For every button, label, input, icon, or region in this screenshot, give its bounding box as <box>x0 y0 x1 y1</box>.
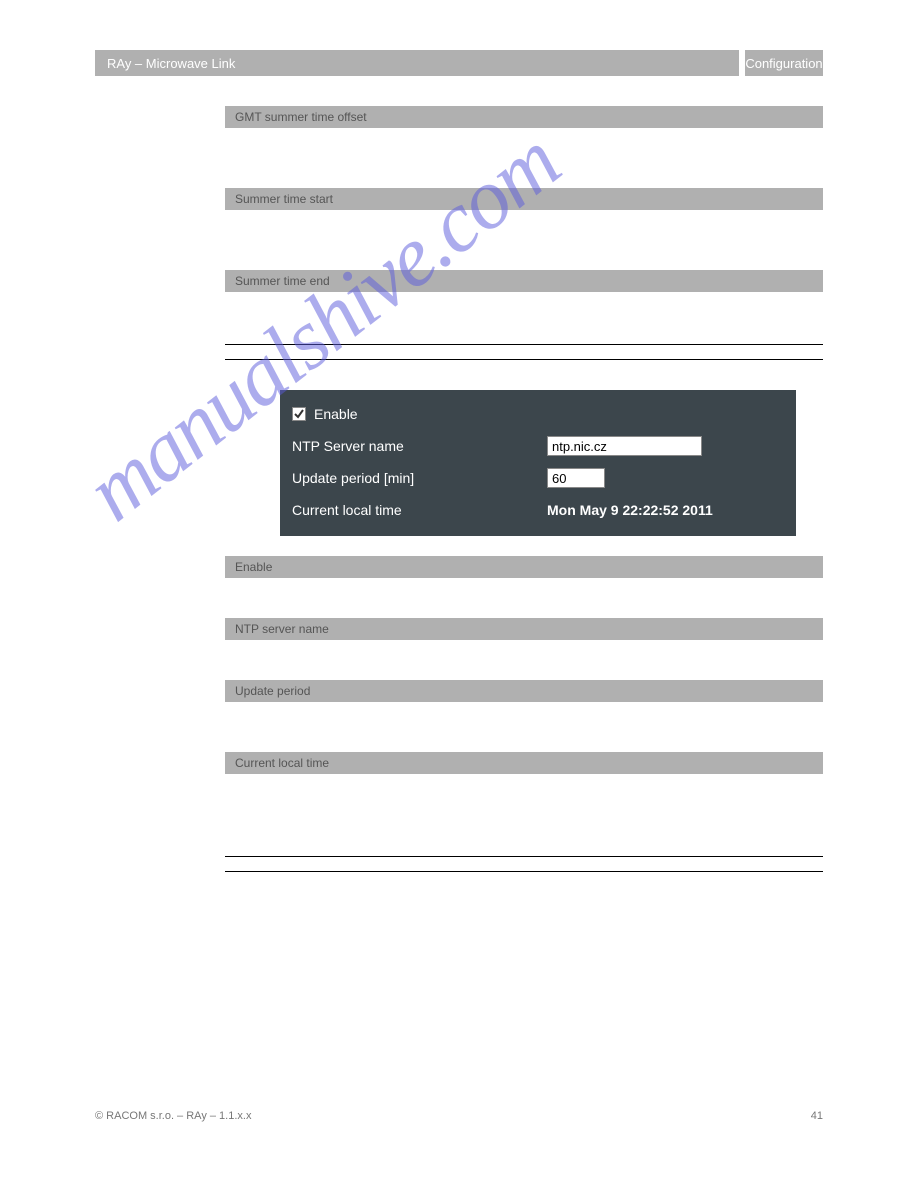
update-period-label: Update period [min] <box>292 470 547 486</box>
current-time-label: Current local time <box>292 502 547 518</box>
footer-left: © RACOM s.r.o. – RAy – 1.1.x.x <box>95 1110 251 1122</box>
header-title: RAy – Microwave Link <box>95 50 739 76</box>
ntp-server-input[interactable] <box>547 436 702 456</box>
field-row-current-time: Current local time <box>225 752 823 774</box>
enable-label: Enable <box>314 406 358 422</box>
field-row-enable: Enable <box>225 556 823 578</box>
table-date-time <box>225 856 823 872</box>
update-period-input[interactable] <box>547 468 605 488</box>
field-row-summer-end: Summer time end <box>225 270 823 292</box>
field-row-summer-start: Summer time start <box>225 188 823 210</box>
ntp-server-label: NTP Server name <box>292 438 547 454</box>
field-row-ntp-server: NTP server name <box>225 618 823 640</box>
current-time-value: Mon May 9 22:22:52 2011 <box>547 502 784 518</box>
footer-page-number: 41 <box>811 1110 823 1122</box>
field-row-update-period: Update period <box>225 680 823 702</box>
ntp-config-panel: Enable NTP Server name Update period [mi… <box>280 390 796 536</box>
page-header: RAy – Microwave Link Configuration <box>95 50 823 76</box>
page-footer: © RACOM s.r.o. – RAy – 1.1.x.x 41 <box>95 1110 823 1122</box>
checkmark-icon <box>293 408 305 420</box>
field-row-gmt-offset: GMT summer time offset <box>225 106 823 128</box>
enable-checkbox[interactable] <box>292 407 306 421</box>
header-section: Configuration <box>745 50 823 76</box>
table-ntp <box>225 344 823 360</box>
